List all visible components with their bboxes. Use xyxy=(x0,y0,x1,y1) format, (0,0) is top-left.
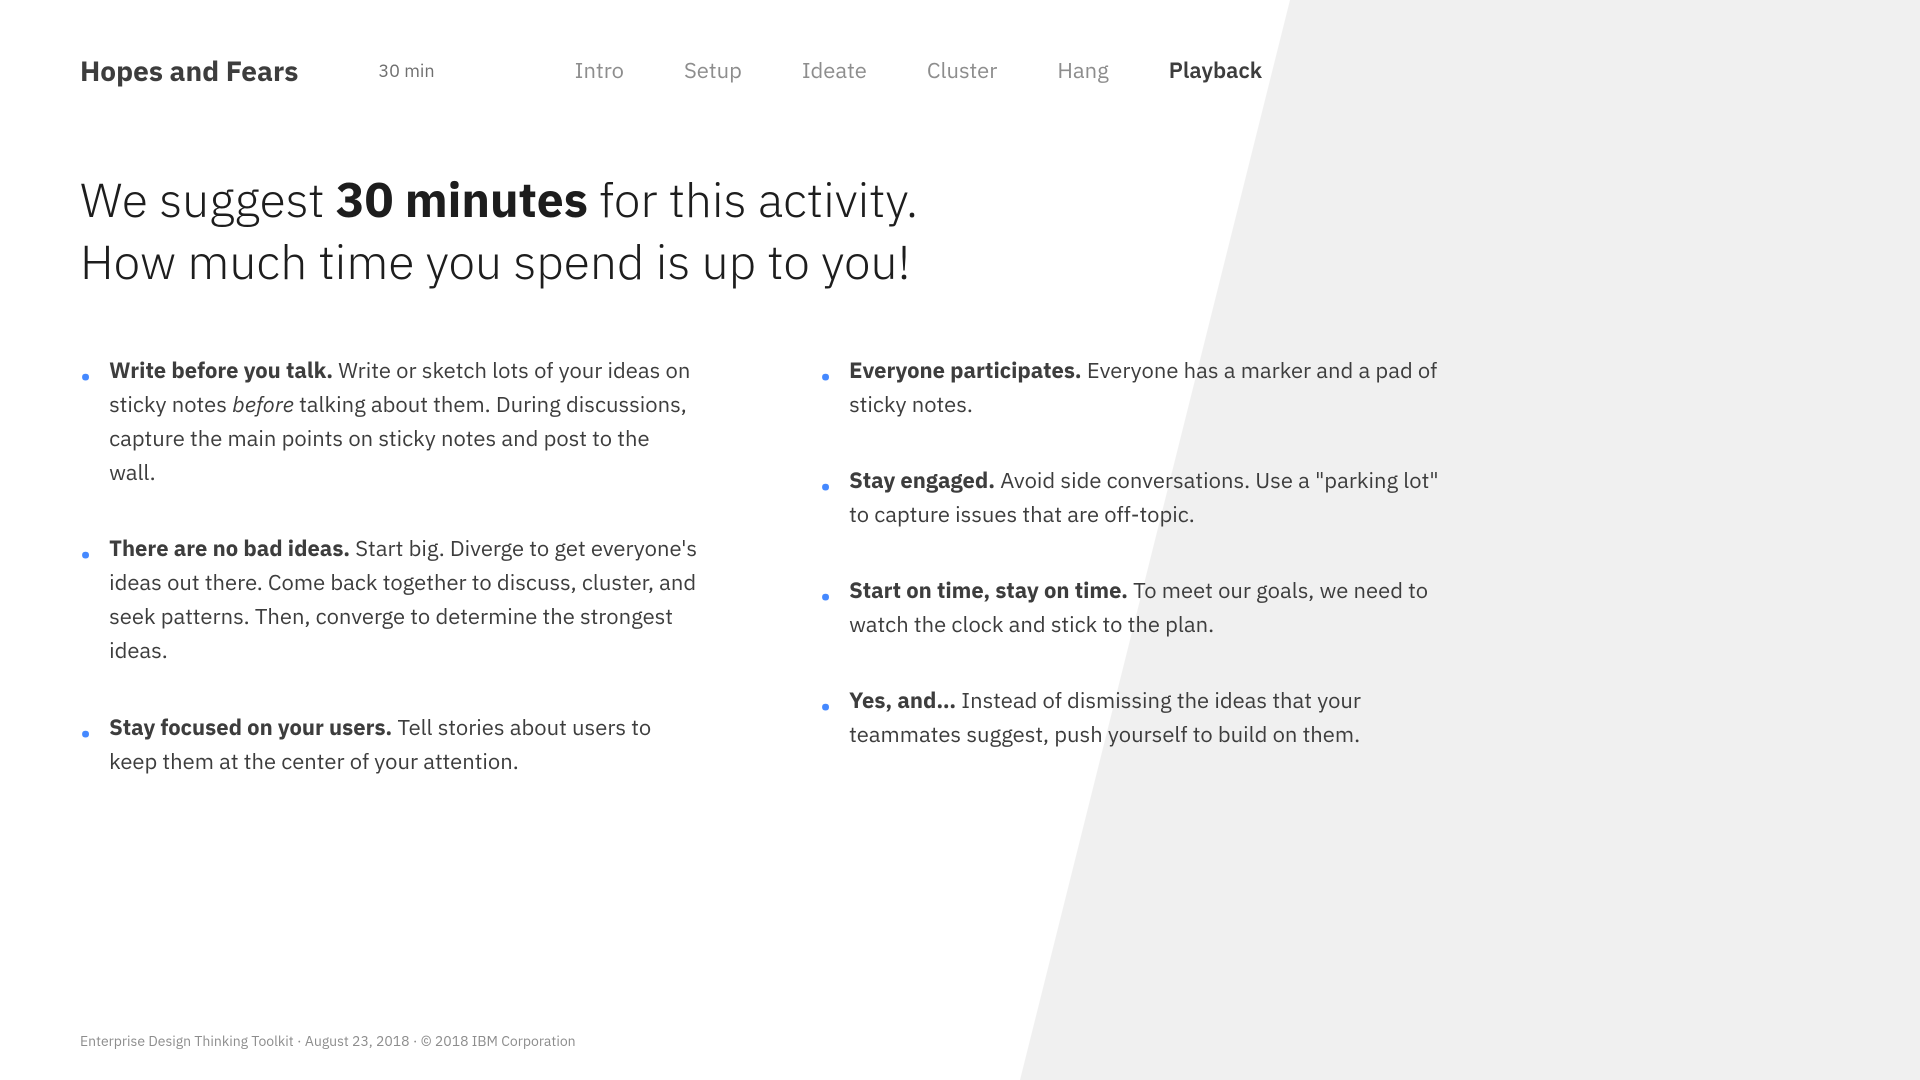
bullet-text: Start on time, stay on time. To meet our… xyxy=(849,574,1440,642)
bullet-dot-icon: • xyxy=(820,686,831,725)
nav-item-intro[interactable]: Intro xyxy=(575,56,624,85)
list-item: • Yes, and… Instead of dismissing the id… xyxy=(820,684,1440,752)
bullet-text: Stay engaged. Avoid side conversations. … xyxy=(849,464,1440,532)
bullet-text: Stay focused on your users. Tell stories… xyxy=(109,711,700,779)
duration-label: 30 min xyxy=(378,59,434,82)
nav-item-ideate[interactable]: Ideate xyxy=(802,56,867,85)
nav-item-hang[interactable]: Hang xyxy=(1057,56,1108,85)
main-content: We suggest 30 minutes for this activity.… xyxy=(0,89,1920,821)
nav-item-playback[interactable]: Playback xyxy=(1169,56,1262,85)
bullet-dot-icon: • xyxy=(820,466,831,505)
bullet-columns: • Write before you talk. Write or sketch… xyxy=(80,354,1840,821)
nav-bar: Intro Setup Ideate Cluster Hang Playback xyxy=(575,56,1262,85)
list-item: • Stay focused on your users. Tell stori… xyxy=(80,711,700,779)
bullet-dot-icon: • xyxy=(80,534,91,573)
bullet-text: Everyone participates. Everyone has a ma… xyxy=(849,354,1440,422)
nav-item-cluster[interactable]: Cluster xyxy=(927,56,998,85)
bullet-dot-icon: • xyxy=(820,356,831,395)
nav-item-setup[interactable]: Setup xyxy=(684,56,742,85)
list-item: • Stay engaged. Avoid side conversations… xyxy=(820,464,1440,532)
right-column: • Everyone participates. Everyone has a … xyxy=(820,354,1440,821)
bullet-text: Write before you talk. Write or sketch l… xyxy=(109,354,700,490)
main-headline: We suggest 30 minutes for this activity.… xyxy=(80,169,980,294)
page-title: Hopes and Fears xyxy=(80,52,298,89)
list-item: • Start on time, stay on time. To meet o… xyxy=(820,574,1440,642)
bullet-dot-icon: • xyxy=(80,356,91,395)
bullet-text: Yes, and… Instead of dismissing the idea… xyxy=(849,684,1440,752)
footer-text: Enterprise Design Thinking Toolkit · Aug… xyxy=(80,1032,576,1050)
footer: Enterprise Design Thinking Toolkit · Aug… xyxy=(80,1032,576,1050)
bullet-text: There are no bad ideas. Start big. Diver… xyxy=(109,532,700,668)
header: Hopes and Fears 30 min Intro Setup Ideat… xyxy=(0,0,1920,89)
bullet-dot-icon: • xyxy=(80,713,91,752)
bullet-dot-icon: • xyxy=(820,576,831,615)
list-item: • Write before you talk. Write or sketch… xyxy=(80,354,700,490)
left-column: • Write before you talk. Write or sketch… xyxy=(80,354,700,821)
list-item: • There are no bad ideas. Start big. Div… xyxy=(80,532,700,668)
list-item: • Everyone participates. Everyone has a … xyxy=(820,354,1440,422)
